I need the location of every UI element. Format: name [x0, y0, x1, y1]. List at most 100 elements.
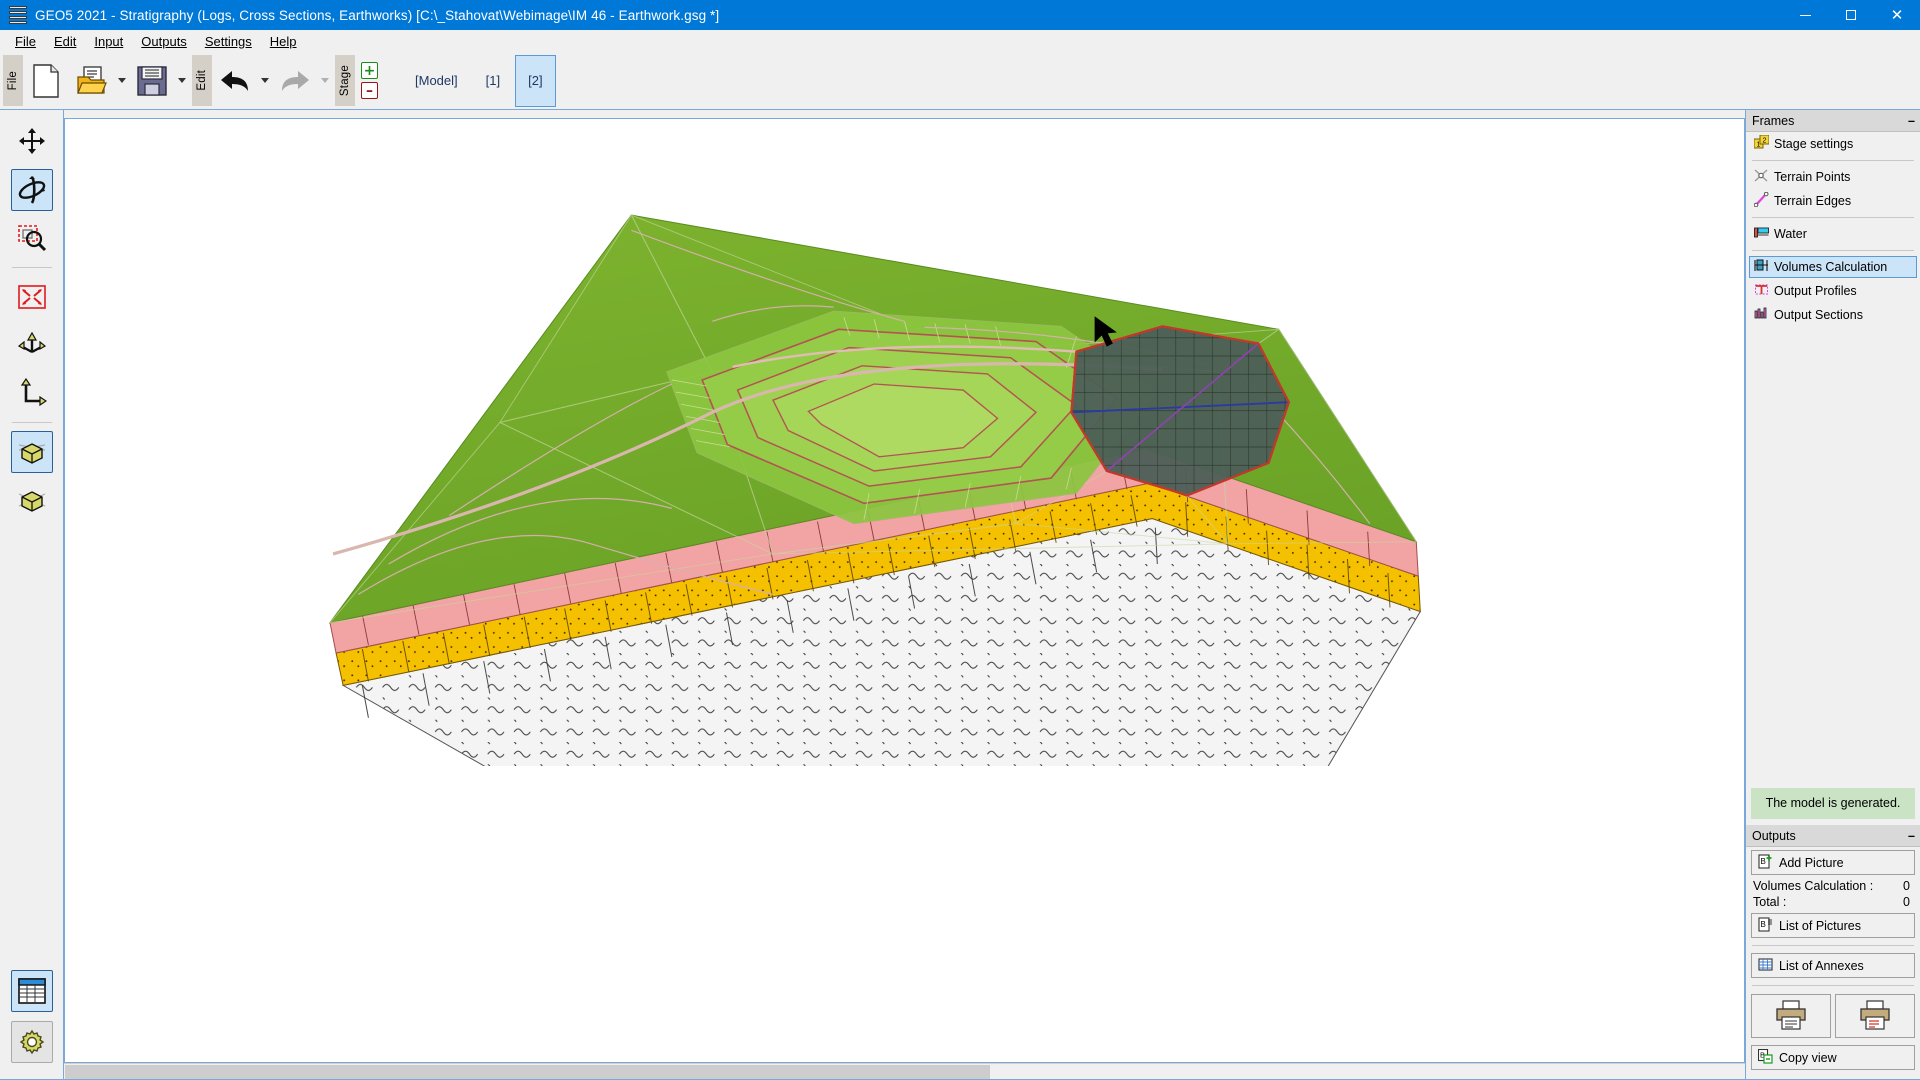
toolbar-group-edit-label: Edit — [192, 55, 212, 106]
outputs-separator — [1752, 985, 1914, 986]
toolbar-separator — [11, 422, 52, 423]
svg-text:B: B — [1761, 857, 1766, 866]
menu-item-settings[interactable]: Settings — [196, 32, 261, 51]
toolbar-group-file — [23, 52, 189, 109]
water-icon — [1754, 225, 1769, 243]
new-document-icon[interactable] — [24, 55, 68, 107]
rotate-tool-icon[interactable] — [10, 169, 53, 211]
frames-collapse-button[interactable]: – — [1908, 114, 1915, 128]
list-of-annexes-button[interactable]: List of Annexes — [1751, 953, 1915, 978]
right-panel-spacer — [1746, 327, 1920, 782]
print-button[interactable] — [1751, 994, 1831, 1038]
volumes-calculation-count: Volumes Calculation : 0 — [1746, 878, 1920, 894]
main-body: Frames – 12 Stage settings Terrain Point… — [0, 110, 1920, 1079]
volumes-calculation-icon — [1754, 258, 1769, 276]
volumes-calculation-count-value: 0 — [1903, 879, 1910, 893]
outputs-title: Outputs — [1752, 828, 1796, 843]
printer-icon — [1775, 999, 1807, 1033]
outputs-total-count: Total : 0 — [1746, 894, 1920, 910]
add-stage-button[interactable]: + — [361, 62, 378, 79]
sidebar-item-label: Output Sections — [1774, 308, 1863, 322]
print-buttons-row — [1751, 994, 1915, 1038]
sidebar-item-label: Volumes Calculation — [1774, 260, 1888, 274]
sidebar-item-terrain-edges[interactable]: Terrain Edges — [1749, 190, 1917, 212]
sidebar-item-label: Water — [1774, 227, 1807, 241]
model-3d-view[interactable] — [64, 118, 1745, 1063]
minimize-button[interactable] — [1782, 0, 1828, 30]
main-toolbar: File Edit Stage + – [Model] [1] [2] — [0, 52, 1920, 110]
menu-item-outputs[interactable]: Outputs — [132, 32, 196, 51]
scrollbar-thumb[interactable] — [65, 1065, 990, 1079]
open-folder-icon[interactable] — [70, 55, 114, 107]
axes-2d-tool-icon[interactable] — [11, 372, 53, 414]
drawing-area-wrapper — [64, 110, 1745, 1079]
add-picture-label: Add Picture — [1779, 855, 1844, 870]
menu-item-input[interactable]: Input — [85, 32, 132, 51]
sidebar-separator — [1752, 250, 1914, 251]
menu-item-file[interactable]: File — [6, 32, 45, 51]
right-panel-bottom-pad — [1746, 1073, 1920, 1079]
menu-item-edit[interactable]: Edit — [45, 32, 85, 51]
model-status-message: The model is generated. — [1751, 788, 1915, 819]
redo-arrow-icon[interactable] — [273, 55, 317, 107]
menu-item-help[interactable]: Help — [261, 32, 306, 51]
sidebar-item-stage-settings[interactable]: 12 Stage settings — [1749, 133, 1917, 155]
view-tools-toolbar — [0, 110, 64, 1079]
outputs-collapse-button[interactable]: – — [1908, 829, 1915, 843]
frames-title: Frames — [1752, 113, 1795, 128]
view-wireframe-tool-icon[interactable] — [11, 479, 53, 521]
save-floppy-icon[interactable] — [130, 55, 174, 107]
printer-report-icon — [1859, 999, 1891, 1033]
frames-panel-header: Frames – — [1746, 110, 1920, 132]
open-dropdown-caret-icon[interactable] — [115, 55, 129, 107]
window-title: GEO5 2021 - Stratigraphy (Logs, Cross Se… — [35, 7, 720, 23]
axes-3d-tool-icon[interactable] — [11, 324, 53, 366]
undo-arrow-icon[interactable] — [213, 55, 257, 107]
horizontal-scrollbar[interactable] — [64, 1063, 1745, 1079]
list-of-pictures-icon: B — [1758, 916, 1773, 935]
output-sections-icon — [1754, 306, 1769, 324]
sidebar-item-output-profiles[interactable]: Output Profiles — [1749, 280, 1917, 302]
sidebar-item-output-sections[interactable]: Output Sections — [1749, 304, 1917, 326]
toolbar-group-stage: + – [Model] [1] [2] — [355, 52, 556, 109]
add-picture-icon: B — [1758, 853, 1773, 872]
zoom-window-tool-icon[interactable] — [11, 217, 53, 259]
pan-tool-icon[interactable] — [11, 121, 53, 163]
outputs-total-label: Total : — [1753, 895, 1787, 909]
undo-dropdown-caret-icon[interactable] — [258, 55, 272, 107]
print-report-button[interactable] — [1835, 994, 1915, 1038]
stage-tab-2[interactable]: [2] — [515, 54, 556, 107]
list-of-pictures-button[interactable]: B List of Pictures — [1751, 913, 1915, 938]
output-profiles-icon — [1754, 282, 1769, 300]
save-dropdown-caret-icon[interactable] — [175, 55, 189, 107]
list-of-annexes-label: List of Annexes — [1779, 958, 1864, 973]
outputs-separator — [1752, 945, 1914, 946]
svg-text:2: 2 — [1763, 138, 1767, 145]
view-solid-tool-icon[interactable] — [10, 431, 53, 473]
remove-stage-button[interactable]: – — [361, 82, 378, 99]
sidebar-item-label: Terrain Points — [1774, 170, 1851, 184]
window-title-bar: GEO5 2021 - Stratigraphy (Logs, Cross Se… — [0, 0, 1920, 30]
add-picture-button[interactable]: B Add Picture — [1751, 850, 1915, 875]
stage-settings-icon: 12 — [1753, 134, 1770, 153]
terrain-edges-icon — [1753, 191, 1769, 210]
stage-tab-model[interactable]: [Model] — [402, 55, 471, 107]
sidebar-item-volumes-calculation[interactable]: Volumes Calculation — [1749, 256, 1917, 278]
sidebar-separator — [1752, 217, 1914, 218]
window-controls: ✕ — [1782, 0, 1920, 30]
zoom-all-tool-icon[interactable] — [11, 276, 53, 318]
sidebar-item-terrain-points[interactable]: Terrain Points — [1749, 166, 1917, 188]
volumes-calculation-count-label: Volumes Calculation : — [1753, 879, 1874, 893]
sidebar-item-water[interactable]: Water — [1749, 223, 1917, 245]
table-view-tool-icon[interactable] — [10, 970, 53, 1012]
stage-add-remove: + – — [361, 62, 378, 99]
toolbar-group-stage-label: Stage — [335, 55, 355, 106]
close-button[interactable]: ✕ — [1874, 0, 1920, 30]
sidebar-separator — [1752, 160, 1914, 161]
menu-bar: File Edit Input Outputs Settings Help — [0, 30, 1920, 52]
stage-tab-1[interactable]: [1] — [473, 55, 513, 107]
copy-view-button[interactable]: B Copy view — [1751, 1045, 1915, 1070]
sidebar-item-label: Output Profiles — [1774, 284, 1857, 298]
settings-tool-icon[interactable] — [10, 1021, 53, 1063]
maximize-button[interactable] — [1828, 0, 1874, 30]
